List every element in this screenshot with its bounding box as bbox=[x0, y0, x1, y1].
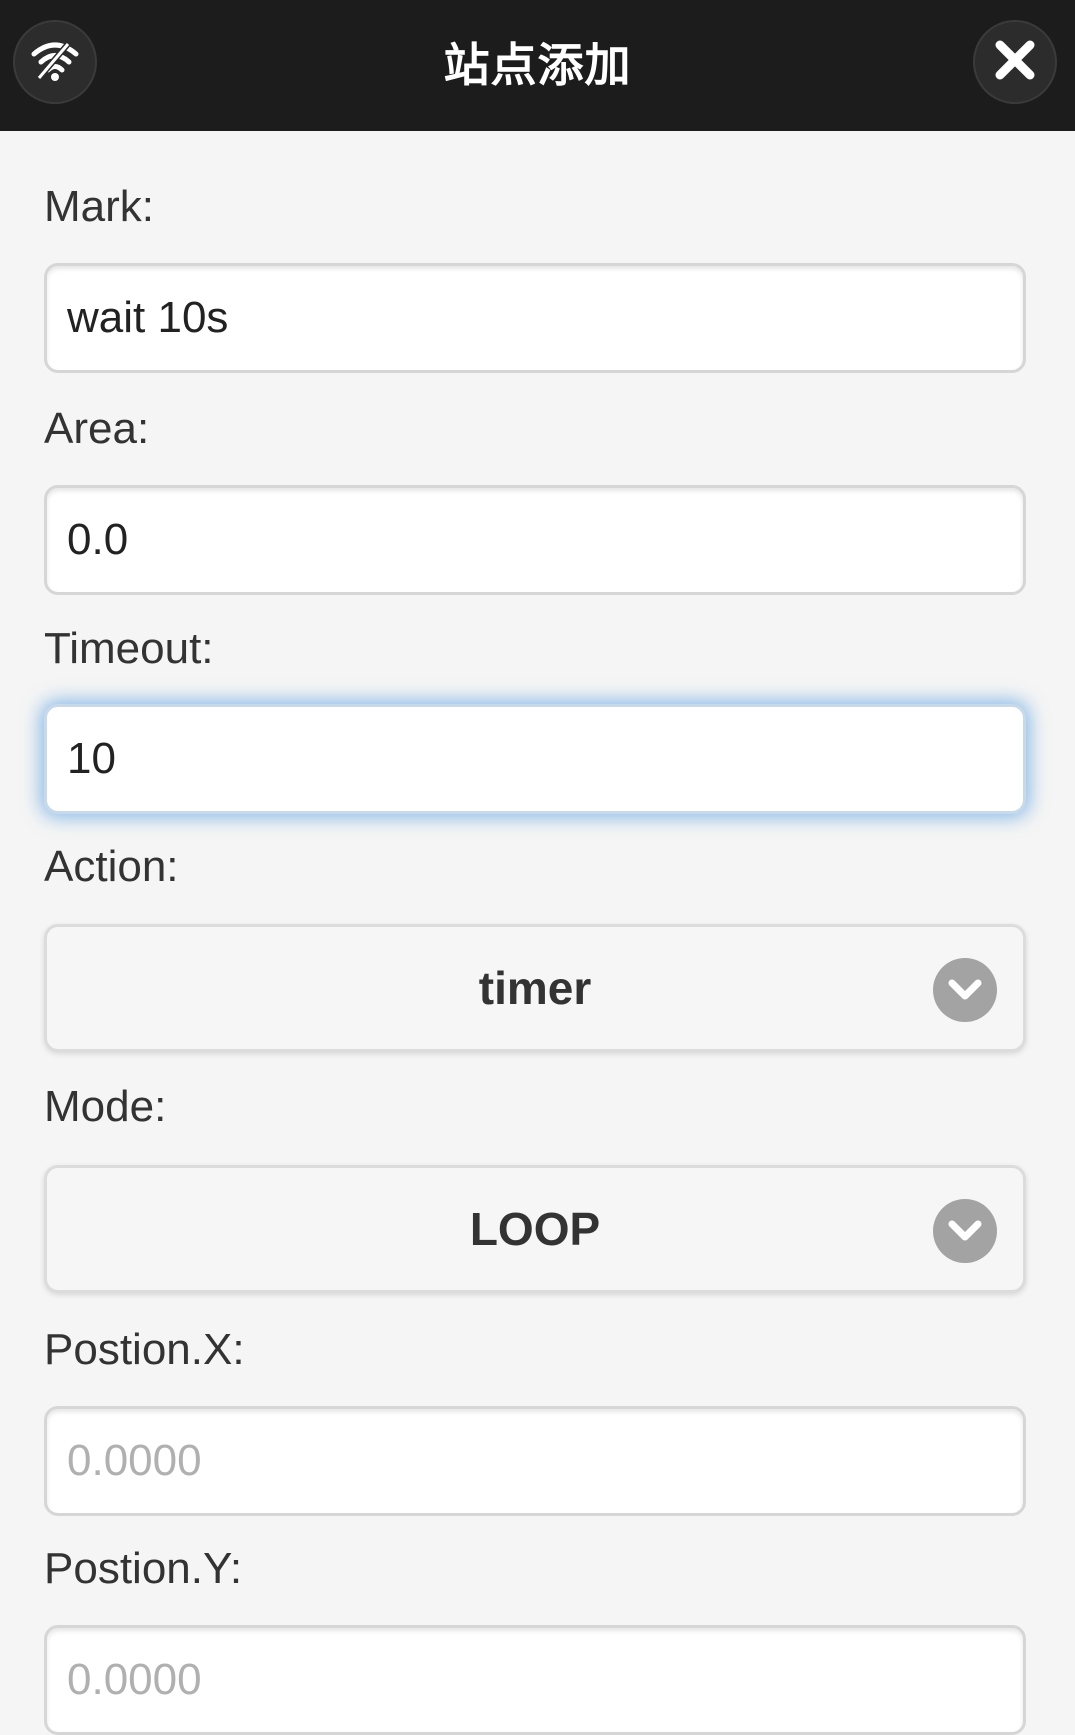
mode-label: Mode: bbox=[44, 1082, 167, 1131]
chevron-down-icon bbox=[933, 958, 997, 1022]
timeout-label: Timeout: bbox=[44, 624, 214, 673]
action-select[interactable]: timer bbox=[44, 924, 1026, 1052]
mark-input[interactable] bbox=[44, 263, 1026, 373]
position-y-label: Postion.Y: bbox=[44, 1544, 243, 1593]
action-selected-value: timer bbox=[478, 962, 592, 1014]
mode-select[interactable]: LOOP bbox=[44, 1165, 1026, 1293]
close-button[interactable] bbox=[973, 20, 1057, 104]
chevron-down-icon bbox=[933, 1199, 997, 1263]
page-title: 站点添加 bbox=[443, 38, 632, 92]
position-x-input[interactable] bbox=[44, 1406, 1026, 1516]
area-input[interactable] bbox=[44, 485, 1026, 595]
mode-selected-value: LOOP bbox=[469, 1203, 601, 1255]
position-x-label: Postion.X: bbox=[44, 1325, 245, 1374]
action-label: Action: bbox=[44, 842, 179, 891]
timeout-input[interactable] bbox=[44, 704, 1026, 814]
close-icon bbox=[992, 37, 1038, 88]
position-y-input[interactable] bbox=[44, 1625, 1026, 1735]
mark-label: Mark: bbox=[44, 182, 154, 231]
header-bar: 站点添加 bbox=[0, 0, 1075, 131]
area-label: Area: bbox=[44, 404, 150, 453]
